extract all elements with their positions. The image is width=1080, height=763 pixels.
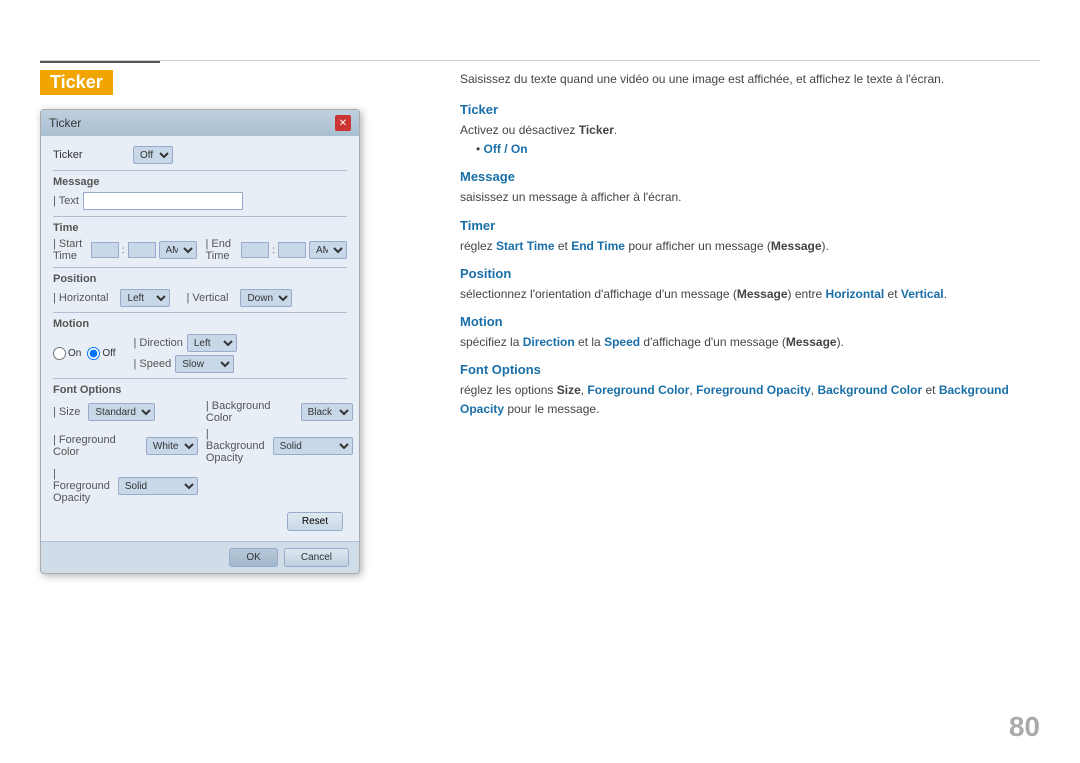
bgopacity-row: | Background Opacity SolidTransparent xyxy=(206,428,353,464)
ticker-row: Ticker Off On xyxy=(53,146,347,164)
start-time-label: | Start Time xyxy=(53,238,84,262)
bgcolor-select[interactable]: BlackWhite xyxy=(301,403,353,421)
page-title: Ticker xyxy=(40,70,113,95)
font-options-section-label: Font Options xyxy=(53,384,347,396)
start-hour-input[interactable]: 12 xyxy=(91,242,119,258)
size-row: | Size StandardSmallLarge xyxy=(53,400,198,424)
motion-off-label: Off xyxy=(102,348,115,359)
vertical-label: | Vertical xyxy=(186,292,228,304)
reset-row: Reset xyxy=(53,508,347,531)
page-number: 80 xyxy=(1009,711,1040,743)
section-body-motion: spécifiez la Direction et la Speed d'aff… xyxy=(460,333,1040,352)
top-rule xyxy=(40,60,1040,61)
section-body-timer: réglez Start Time et End Time pour affic… xyxy=(460,237,1040,256)
fgopacity-row: | Foreground Opacity SolidTransparent xyxy=(53,468,198,504)
direction-row: | Direction LeftRight xyxy=(134,334,237,352)
time-row: | Start Time 12 : 00 AMPM | End Time 12 … xyxy=(53,238,347,262)
ticker-dialog: Ticker ✕ Ticker Off On Message | Text Ti… xyxy=(40,109,360,574)
end-time-label: | End Time xyxy=(206,238,235,262)
start-ampm-select[interactable]: AMPM xyxy=(159,241,197,259)
end-ampm-select[interactable]: AMPM xyxy=(309,241,347,259)
divider-4 xyxy=(53,312,347,313)
left-panel: Ticker Ticker ✕ Ticker Off On Message | … xyxy=(40,70,430,574)
bgcolor-row: | Background Color BlackWhite xyxy=(206,400,353,424)
start-min-input[interactable]: 00 xyxy=(128,242,156,258)
right-panel: Saisissez du texte quand une vidéo ou un… xyxy=(460,70,1040,420)
reset-button[interactable]: Reset xyxy=(287,512,343,531)
speed-label: | Speed xyxy=(134,358,172,370)
divider-2 xyxy=(53,216,347,217)
section-body-position: sélectionnez l'orientation d'affichage d… xyxy=(460,285,1040,304)
fgopacity-select[interactable]: SolidTransparent xyxy=(118,477,198,495)
bgcolor-label: | Background Color xyxy=(206,400,293,424)
speed-row: | Speed SlowNormalFast xyxy=(134,355,237,373)
message-row: | Text xyxy=(53,192,347,210)
fgcolor-select[interactable]: WhiteBlack xyxy=(146,437,198,455)
time-section-label: Time xyxy=(53,222,347,234)
speed-select[interactable]: SlowNormalFast xyxy=(175,355,234,373)
cancel-button[interactable]: Cancel xyxy=(284,548,349,567)
divider-5 xyxy=(53,378,347,379)
ticker-label: Ticker xyxy=(53,149,133,161)
section-heading-position: Position xyxy=(460,266,1040,281)
bgopacity-label: | Background Opacity xyxy=(206,428,265,464)
motion-off-radio[interactable]: Off xyxy=(87,347,115,360)
fgopacity-label: | Foreground Opacity xyxy=(53,468,110,504)
dialog-body: Ticker Off On Message | Text Time | Star… xyxy=(41,136,359,541)
position-section-label: Position xyxy=(53,273,347,285)
message-input[interactable] xyxy=(83,192,243,210)
section-heading-message: Message xyxy=(460,169,1040,184)
dialog-footer: OK Cancel xyxy=(41,541,359,573)
section-body-message: saisissez un message à afficher à l'écra… xyxy=(460,188,1040,207)
position-row: | Horizontal LeftRight | Vertical DownUp xyxy=(53,289,347,307)
font-options-grid: | Size StandardSmallLarge | Background C… xyxy=(53,400,347,504)
divider-3 xyxy=(53,267,347,268)
section-heading-motion: Motion xyxy=(460,314,1040,329)
ok-button[interactable]: OK xyxy=(229,548,277,567)
end-hour-input[interactable]: 12 xyxy=(241,242,269,258)
ticker-select[interactable]: Off On xyxy=(133,146,173,164)
motion-radio-group: On Off xyxy=(53,347,116,360)
message-sublabel: | Text xyxy=(53,195,79,207)
intro-text: Saisissez du texte quand une vidéo ou un… xyxy=(460,70,1040,88)
section-heading-ticker: Ticker xyxy=(460,102,1040,117)
vertical-select[interactable]: DownUp xyxy=(240,289,292,307)
horizontal-label: | Horizontal xyxy=(53,292,108,304)
message-section-label: Message xyxy=(53,176,347,188)
end-min-input[interactable]: 03 xyxy=(278,242,306,258)
section-body-ticker: Activez ou désactivez Ticker. • Off / On xyxy=(460,121,1040,159)
horizontal-select[interactable]: LeftRight xyxy=(120,289,170,307)
section-heading-timer: Timer xyxy=(460,218,1040,233)
fgcolor-row: | Foreground Color WhiteBlack xyxy=(53,428,198,464)
dialog-titlebar: Ticker ✕ xyxy=(41,110,359,136)
section-heading-font-options: Font Options xyxy=(460,362,1040,377)
motion-on-label: On xyxy=(68,348,81,359)
size-select[interactable]: StandardSmallLarge xyxy=(88,403,155,421)
motion-row: On Off | Direction LeftRight xyxy=(53,334,347,373)
dialog-close-button[interactable]: ✕ xyxy=(335,115,351,131)
direction-select[interactable]: LeftRight xyxy=(187,334,237,352)
ticker-bullet: • Off / On xyxy=(476,140,1040,159)
fgcolor-label: | Foreground Color xyxy=(53,434,138,458)
divider-1 xyxy=(53,170,347,171)
motion-section-label: Motion xyxy=(53,318,347,330)
motion-on-radio[interactable]: On xyxy=(53,347,81,360)
direction-label: | Direction xyxy=(134,337,183,349)
section-body-font-options: réglez les options Size, Foreground Colo… xyxy=(460,381,1040,419)
size-label: | Size xyxy=(53,406,80,418)
dialog-title: Ticker xyxy=(49,116,81,130)
bgopacity-select[interactable]: SolidTransparent xyxy=(273,437,353,455)
